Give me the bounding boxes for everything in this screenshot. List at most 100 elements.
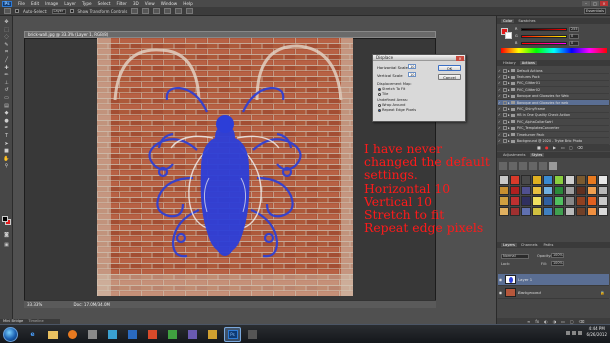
action-toggle-icon[interactable]: ✓ (498, 94, 501, 98)
cancel-button[interactable]: Cancel (438, 74, 461, 80)
brightness-icon[interactable] (499, 162, 507, 170)
style-swatch[interactable] (499, 185, 509, 195)
style-swatch[interactable] (543, 185, 553, 195)
expand-arrow-icon[interactable]: ▸ (508, 101, 510, 105)
action-toggle-icon[interactable]: ✓ (498, 69, 501, 73)
style-swatch[interactable] (598, 175, 608, 185)
tray-icon[interactable] (566, 331, 570, 335)
menu-filter[interactable]: Filter (113, 1, 129, 6)
play-icon[interactable]: ▶ (553, 145, 556, 150)
screen-mode-icon[interactable]: ▣ (2, 242, 11, 248)
align-top-icon[interactable] (131, 8, 139, 14)
file-explorer-icon[interactable] (44, 327, 61, 342)
internet-explorer-icon[interactable]: e (24, 327, 41, 342)
style-swatch[interactable] (587, 196, 597, 206)
action-toggle-icon[interactable]: ✓ (498, 81, 501, 85)
action-toggle-icon[interactable]: ✓ (498, 107, 501, 111)
move-tool-icon[interactable]: ✥ (2, 19, 11, 25)
action-toggle-icon[interactable]: ✓ (498, 75, 501, 79)
style-swatch[interactable] (565, 196, 575, 206)
auto-select-checkbox[interactable] (15, 9, 19, 13)
crop-tool-icon[interactable]: ⌗ (2, 49, 11, 55)
network-icon[interactable] (572, 331, 576, 335)
doc-size[interactable]: Doc: 17.0M/34.0M (74, 302, 110, 307)
expand-arrow-icon[interactable]: ▸ (508, 107, 510, 111)
dialog-toggle-icon[interactable] (502, 100, 507, 105)
style-swatch[interactable] (543, 196, 553, 206)
style-swatch[interactable] (565, 175, 575, 185)
expand-arrow-icon[interactable]: ▸ (508, 69, 510, 73)
color-value-field[interactable]: 255 (569, 26, 579, 32)
document-canvas[interactable] (97, 38, 353, 296)
app-icon[interactable] (104, 327, 121, 342)
history-brush-icon[interactable]: ↺ (2, 87, 11, 93)
menu-edit[interactable]: Edit (28, 1, 42, 6)
app-icon[interactable] (144, 327, 161, 342)
style-swatch[interactable] (499, 196, 509, 206)
menu-view[interactable]: View (142, 1, 158, 6)
close-icon[interactable]: × (600, 1, 608, 6)
style-swatch[interactable] (499, 175, 509, 185)
eye-icon[interactable]: ◉ (498, 277, 503, 282)
menu-image[interactable]: Image (42, 1, 61, 6)
action-row[interactable]: ✓ ▸ Background @ 2020 - Trybe Brio Photo (498, 138, 609, 145)
style-swatch[interactable] (510, 185, 520, 195)
style-swatch[interactable] (576, 175, 586, 185)
align-bottom-icon[interactable] (153, 8, 161, 14)
horizontal-scale-input[interactable]: 10 (408, 64, 416, 69)
zoom-level[interactable]: 33.33% (27, 302, 42, 307)
trash-icon[interactable]: ⌫ (577, 145, 583, 150)
maximize-icon[interactable]: □ (591, 1, 599, 6)
menu-layer[interactable]: Layer (61, 1, 79, 6)
shape-tool-icon[interactable]: ■ (2, 148, 11, 154)
style-swatch[interactable] (576, 206, 586, 216)
dialog-toggle-icon[interactable] (502, 68, 507, 73)
tab-actions[interactable]: Actions (519, 61, 537, 65)
style-swatch[interactable] (576, 196, 586, 206)
expand-arrow-icon[interactable]: ▸ (508, 75, 510, 79)
align-right-icon[interactable] (186, 8, 194, 14)
dialog-toggle-icon[interactable] (502, 87, 507, 92)
minimize-icon[interactable]: – (582, 1, 590, 6)
type-tool-icon[interactable]: T (2, 133, 11, 139)
style-swatch[interactable] (543, 206, 553, 216)
action-toggle-icon[interactable]: ✓ (498, 88, 501, 92)
dialog-toggle-icon[interactable] (502, 132, 507, 137)
dialog-toggle-icon[interactable] (502, 113, 507, 118)
ok-button[interactable]: OK (438, 65, 461, 71)
clone-stamp-icon[interactable]: ⊥ (2, 80, 11, 86)
menu-3d[interactable]: 3D (130, 1, 142, 6)
style-swatch[interactable] (598, 206, 608, 216)
layer-row[interactable]: ◉ Layer 1 (498, 274, 609, 286)
menu-type[interactable]: Type (79, 1, 95, 6)
new-set-icon[interactable]: ▭ (561, 145, 565, 150)
expand-arrow-icon[interactable]: ▸ (508, 113, 510, 117)
tab-color[interactable]: Color (501, 19, 515, 23)
style-swatch[interactable] (598, 196, 608, 206)
expand-arrow-icon[interactable]: ▸ (508, 139, 510, 143)
color-slider-track[interactable] (521, 41, 567, 45)
lasso-tool-icon[interactable]: ◌ (2, 34, 11, 40)
align-middle-icon[interactable] (142, 8, 150, 14)
style-swatch[interactable] (499, 206, 509, 216)
menu-select[interactable]: Select (95, 1, 114, 6)
stretch-to-fit-radio[interactable]: Stretch To Fit (378, 87, 405, 91)
dialog-toggle-icon[interactable] (502, 126, 507, 131)
volume-icon[interactable] (578, 331, 582, 335)
auto-select-dropdown[interactable]: Layer (51, 8, 66, 14)
tab-history[interactable]: History (501, 61, 518, 65)
style-swatch[interactable] (510, 206, 520, 216)
style-swatch[interactable] (543, 175, 553, 185)
adjustment-layer-icon[interactable]: ◑ (553, 319, 557, 324)
tab-styles[interactable]: Styles (529, 153, 545, 157)
path-select-tool-icon[interactable]: ➤ (2, 141, 11, 147)
tab-swatches[interactable]: Swatches (516, 19, 537, 23)
app-icon[interactable] (204, 327, 221, 342)
style-swatch[interactable] (554, 206, 564, 216)
workspace-switcher[interactable]: Essentials (584, 8, 606, 14)
healing-brush-icon[interactable]: ✚ (2, 65, 11, 71)
dialog-toggle-icon[interactable] (502, 139, 507, 144)
hue-saturation-icon[interactable] (549, 162, 557, 170)
quick-select-tool-icon[interactable]: ✎ (2, 42, 11, 48)
style-swatch[interactable] (532, 185, 542, 195)
